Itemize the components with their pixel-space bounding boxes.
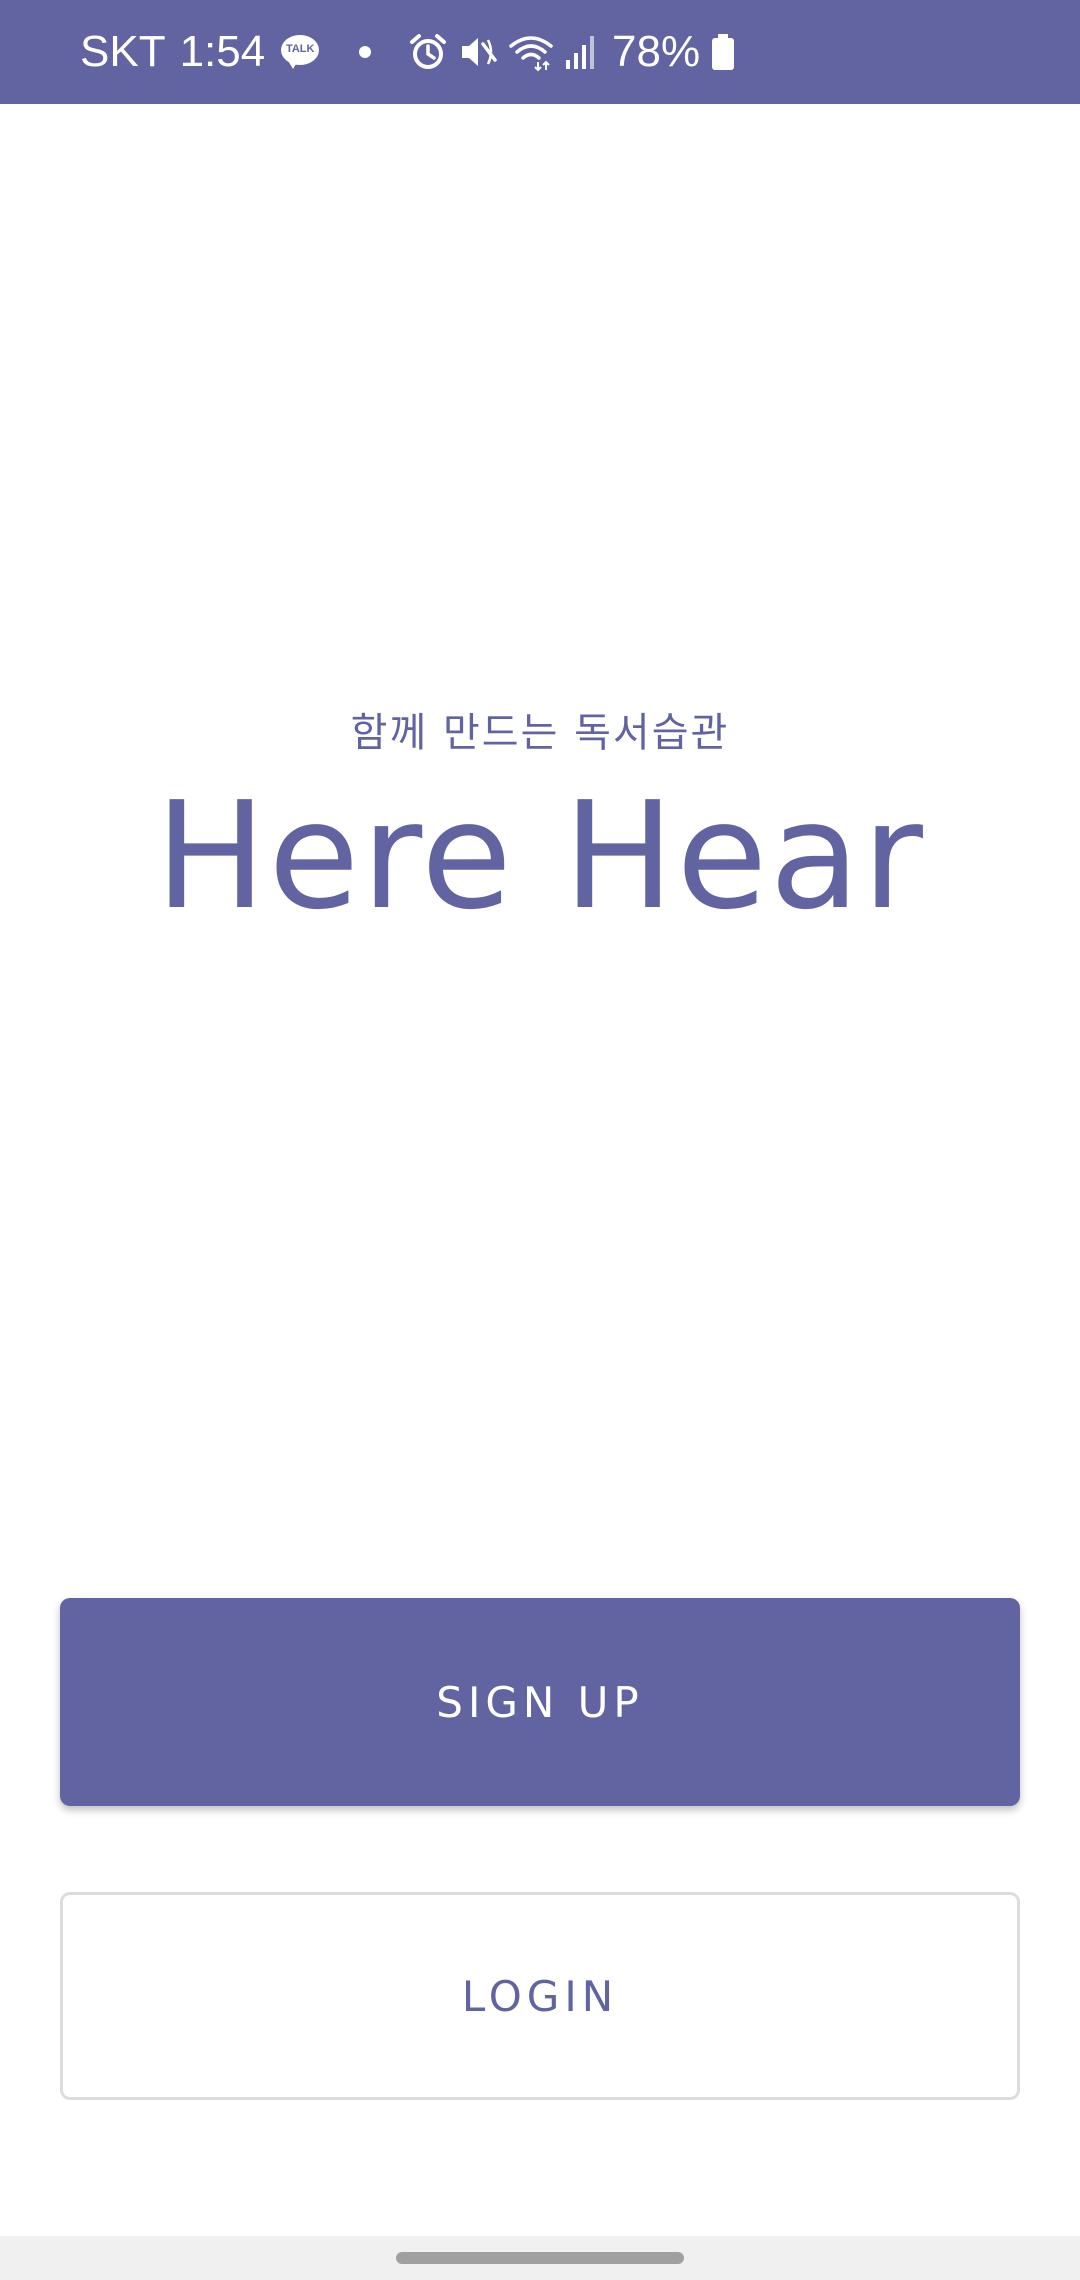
navigation-bar: [0, 2236, 1080, 2280]
battery-icon: [712, 34, 735, 70]
alarm-icon: [410, 34, 446, 69]
carrier-label: SKT: [80, 27, 166, 76]
login-label: LOGIN: [461, 1971, 619, 2021]
dot-icon: [359, 46, 372, 58]
status-bar: SKT 1:54 TALK 78%: [0, 0, 1080, 104]
sign-up-button[interactable]: SIGN UP: [60, 1598, 1020, 1806]
clock: 1:54: [179, 27, 266, 76]
home-gesture-handle[interactable]: [396, 2252, 684, 2264]
status-left: SKT 1:54 TALK: [80, 0, 372, 104]
kakaotalk-icon: TALK: [281, 35, 320, 69]
talk-badge-text: TALK: [285, 43, 315, 55]
battery-percent: 78%: [612, 27, 701, 76]
mute-icon: [462, 38, 497, 66]
signal-icon: [566, 36, 594, 69]
sign-up-label: SIGN UP: [436, 1677, 644, 1727]
status-right: 78%: [408, 0, 736, 104]
app-title: Here Hear: [155, 770, 925, 942]
tagline: 함께 만드는 독서습관: [350, 710, 730, 756]
wifi-icon: [509, 36, 553, 72]
login-button[interactable]: LOGIN: [60, 1892, 1020, 2100]
screen: SKT 1:54 TALK 78% 함께 만드는 독서습관 Here Hear …: [0, 0, 1080, 2280]
